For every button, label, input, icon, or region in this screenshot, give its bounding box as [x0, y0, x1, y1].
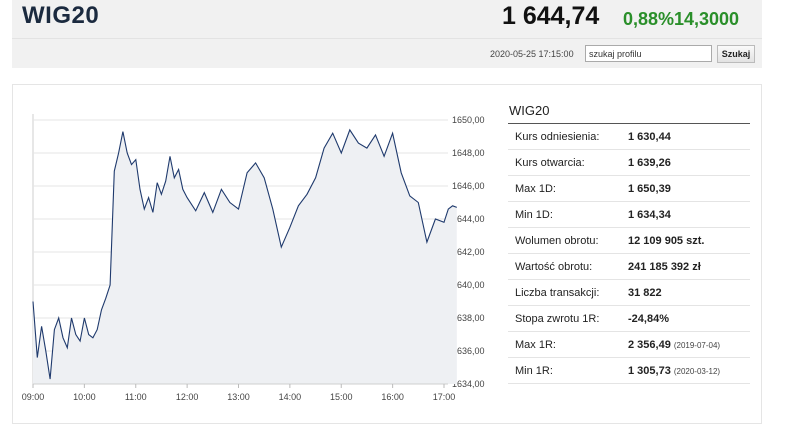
stats-value-text: 1 630,44	[628, 130, 671, 143]
intraday-chart-svg: 1650,00 1648,00 1646,00 1644,00 1642,00 1640,…	[22, 114, 485, 402]
x-tick-label: 13:00	[227, 392, 250, 402]
stats-row: Wartość obrotu: 241 185 392 zł	[508, 254, 750, 280]
y-tick-label: 1636,00	[452, 346, 485, 356]
stats-value-text: 1 634,34	[628, 208, 671, 221]
stats-label: Max 1D:	[515, 182, 556, 195]
stats-value-text: 31 822	[628, 286, 662, 299]
x-tick-label: 15:00	[330, 392, 353, 402]
stats-label: Wolumen obrotu:	[515, 234, 599, 247]
index-price: 1 644,74	[502, 2, 600, 30]
stats-value: 1 630,44	[628, 131, 671, 143]
x-tick-label: 09:00	[22, 392, 45, 402]
stats-row: Min 1R: 1 305,73 (2020-03-12)	[508, 358, 750, 384]
stats-value-text: 12 109 905 szt.	[628, 234, 705, 247]
stats-value: 1 305,73 (2020-03-12)	[628, 365, 720, 377]
index-title: WIG20	[22, 2, 100, 29]
stats-value-text: 241 185 392 zł	[628, 260, 701, 273]
stats-value-text: 2 356,49	[628, 338, 671, 351]
stats-value: 12 109 905 szt.	[628, 235, 704, 247]
search-bar: 2020-05-25 17:15:00 Szukaj	[12, 38, 762, 68]
stats-value: 1 639,26	[628, 157, 671, 169]
stats-value: -24,84%	[628, 313, 669, 325]
y-tick-label: 1642,00	[452, 247, 485, 257]
y-tick-label: 1640,00	[452, 280, 485, 290]
stats-value: 241 185 392 zł	[628, 261, 701, 273]
stats-row: Stopa zwrotu 1R: -24,84%	[508, 306, 750, 332]
stats-label: Liczba transakcji:	[515, 286, 600, 299]
intraday-chart: 1650,00 1648,00 1646,00 1644,00 1642,00 1640,…	[20, 100, 496, 413]
x-tick-label: 10:00	[73, 392, 96, 402]
change-percent: 0,88%	[623, 9, 675, 29]
stats-row: Kurs otwarcia: 1 639,26	[508, 150, 750, 176]
stats-row: Liczba transakcji: 31 822	[508, 280, 750, 306]
stats-row: Wolumen obrotu: 12 109 905 szt.	[508, 228, 750, 254]
stats-label: Max 1R:	[515, 338, 556, 351]
stats-label: Kurs odniesienia:	[515, 130, 600, 143]
y-tick-label: 1646,00	[452, 181, 485, 191]
x-tick-label: 17:00	[433, 392, 456, 402]
stats-label: Kurs otwarcia:	[515, 156, 585, 169]
series-area	[33, 129, 457, 384]
stats-value: 1 650,39	[628, 183, 671, 195]
search-input[interactable]	[585, 45, 712, 62]
x-tick-label: 14:00	[279, 392, 302, 402]
stats-date: (2020-03-12)	[673, 366, 721, 376]
stats-value: 1 634,34	[628, 209, 671, 221]
stats-label: Stopa zwrotu 1R:	[515, 312, 600, 325]
stats-title: WIG20	[508, 100, 750, 124]
quote-timestamp: 2020-05-25 17:15:00	[490, 49, 574, 59]
stats-value-text: 1 639,26	[628, 156, 671, 169]
stats-label: Min 1R:	[515, 364, 553, 377]
search-button[interactable]: Szukaj	[717, 45, 755, 63]
stats-label: Wartość obrotu:	[515, 260, 593, 273]
stats-table: WIG20 Kurs odniesienia: 1 630,44 Kurs otwa…	[508, 100, 750, 384]
y-tick-label: 1650,00	[452, 115, 485, 125]
stats-value-text: 1 305,73	[628, 364, 671, 377]
stats-value: 2 356,49 (2019-07-04)	[628, 339, 720, 351]
x-tick-label: 11:00	[125, 392, 147, 402]
stats-label: Min 1D:	[515, 208, 553, 221]
stats-value: 31 822	[628, 287, 662, 299]
stats-row: Max 1R: 2 356,49 (2019-07-04)	[508, 332, 750, 358]
y-tick-label: 1644,00	[452, 214, 485, 224]
y-tick-label: 1634,00	[452, 379, 485, 389]
stats-date: (2019-07-04)	[673, 340, 721, 350]
x-tick-label: 12:00	[176, 392, 199, 402]
stats-row: Min 1D: 1 634,34	[508, 202, 750, 228]
stats-value-text: 1 650,39	[628, 182, 671, 195]
y-tick-label: 1638,00	[452, 313, 485, 323]
y-tick-label: 1648,00	[452, 148, 485, 158]
x-tick-label: 16:00	[381, 392, 404, 402]
stats-row: Max 1D: 1 650,39	[508, 176, 750, 202]
stats-value-text: -24,84%	[628, 312, 669, 325]
stats-row: Kurs odniesienia: 1 630,44	[508, 124, 750, 150]
change-absolute: 14,3000	[674, 9, 740, 29]
